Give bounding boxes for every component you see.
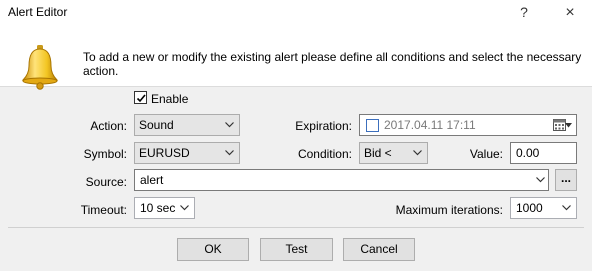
chevron-down-icon [562,205,571,211]
title-bar[interactable] [0,0,592,25]
divider [8,227,584,228]
help-button[interactable]: ? [507,0,541,25]
max-iterations-select[interactable]: 1000 [510,197,577,219]
value-input-text: 0.00 [516,146,540,160]
info-text: To add a new or modify the existing aler… [83,50,582,78]
browse-button[interactable]: ... [555,169,577,191]
chevron-down-icon[interactable] [536,177,545,183]
expiration-checkbox[interactable] [366,119,379,132]
timeout-value: 10 sec [140,201,176,215]
symbol-select[interactable]: EURUSD [134,142,240,164]
symbol-label: Symbol: [83,147,127,161]
expiration-picker[interactable]: 2017.04.11 17:11 [359,114,577,136]
action-label: Action: [90,119,127,133]
action-value: Sound [139,118,174,132]
window-title: Alert Editor [8,5,68,19]
value-input[interactable]: 0.00 [510,142,577,164]
chevron-down-icon [225,150,234,156]
value-label: Value: [469,147,503,161]
timeout-select[interactable]: 10 sec [134,197,195,219]
source-value: alert [140,173,164,187]
max-iterations-value: 1000 [516,201,543,215]
enable-label[interactable]: Enable [151,92,188,106]
test-button[interactable]: Test [260,238,333,261]
chevron-down-icon [180,205,189,211]
symbol-value: EURUSD [139,146,190,160]
max-iterations-label: Maximum iterations: [395,203,503,217]
source-label: Source: [85,175,127,189]
action-select[interactable]: Sound [134,114,240,136]
cancel-button[interactable]: Cancel [343,238,415,261]
expiration-label: Expiration: [295,119,352,133]
condition-label: Condition: [297,147,352,161]
enable-checkbox[interactable] [134,91,147,104]
expiration-value: 2017.04.11 17:11 [384,118,476,132]
bell-icon [20,44,60,90]
chevron-down-icon [225,122,234,128]
ok-button[interactable]: OK [177,238,249,261]
condition-value: Bid < [364,146,392,160]
timeout-label: Timeout: [80,203,127,217]
dropdown-arrow-icon[interactable] [565,123,572,128]
condition-select[interactable]: Bid < [359,142,428,164]
close-button[interactable]: × [553,0,587,25]
chevron-down-icon [413,150,422,156]
checkmark-icon [136,94,146,103]
source-combobox[interactable]: alert [134,169,549,191]
